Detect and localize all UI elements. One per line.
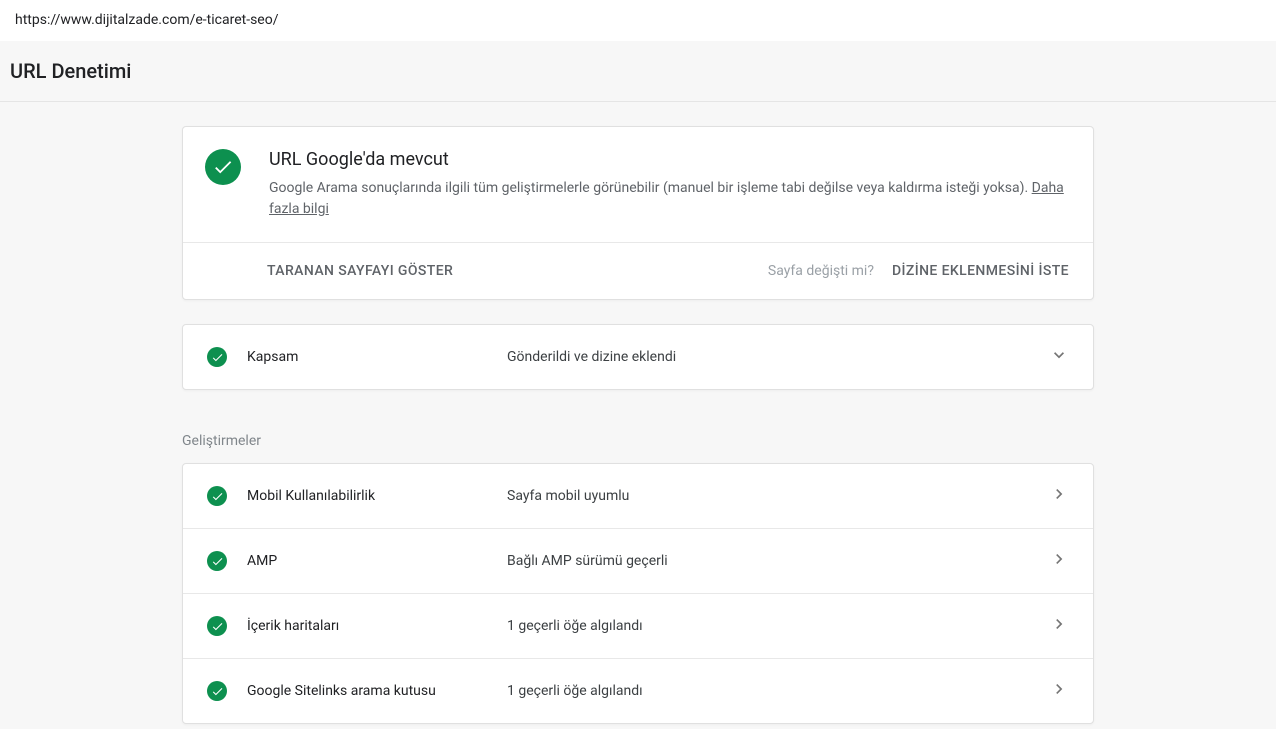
status-card: URL Google'da mevcut Google Arama sonuçl…: [182, 126, 1094, 300]
chevron-right-icon: [1049, 679, 1069, 703]
page-title: URL Denetimi: [10, 59, 1266, 83]
status-description-text: Google Arama sonuçlarında ilgili tüm gel…: [269, 180, 1032, 196]
status-text-block: URL Google'da mevcut Google Arama sonuçl…: [269, 149, 1069, 220]
enhancement-label: İçerik haritaları: [247, 618, 507, 634]
status-card-top: URL Google'da mevcut Google Arama sonuçl…: [183, 127, 1093, 243]
enhancements-header: Geliştirmeler: [182, 398, 1094, 463]
enhancement-row-mobile[interactable]: Mobil Kullanılabilirlik Sayfa mobil uyum…: [183, 464, 1093, 528]
check-circle-icon: [207, 551, 227, 571]
coverage-row[interactable]: Kapsam Gönderildi ve dizine eklendi: [183, 325, 1093, 389]
chevron-right-icon: [1049, 484, 1069, 508]
chevron-right-icon: [1049, 614, 1069, 638]
check-circle-icon: [205, 149, 241, 185]
coverage-card: Kapsam Gönderildi ve dizine eklendi: [182, 324, 1094, 390]
enhancement-row-sitemaps[interactable]: İçerik haritaları 1 geçerli öğe algıland…: [183, 593, 1093, 658]
enhancement-row-amp[interactable]: AMP Bağlı AMP sürümü geçerli: [183, 528, 1093, 593]
coverage-label: Kapsam: [247, 349, 507, 365]
check-circle-icon: [207, 347, 227, 367]
enhancement-value: 1 geçerli öğe algılandı: [507, 618, 1049, 634]
check-circle-icon: [207, 681, 227, 701]
status-description: Google Arama sonuçlarında ilgili tüm gel…: [269, 178, 1069, 220]
status-title: URL Google'da mevcut: [269, 149, 1069, 170]
enhancement-value: 1 geçerli öğe algılandı: [507, 683, 1049, 699]
content-area: URL Google'da mevcut Google Arama sonuçl…: [182, 102, 1094, 724]
enhancement-value: Sayfa mobil uyumlu: [507, 488, 1049, 504]
enhancements-card: Mobil Kullanılabilirlik Sayfa mobil uyum…: [182, 463, 1094, 724]
enhancement-label: Google Sitelinks arama kutusu: [247, 683, 507, 699]
enhancement-label: Mobil Kullanılabilirlik: [247, 488, 507, 504]
url-bar-value: https://www.dijitalzade.com/e-ticaret-se…: [15, 12, 278, 28]
status-card-actions: TARANAN SAYFAYI GÖSTER Sayfa değişti mi?…: [183, 243, 1093, 299]
request-indexing-button[interactable]: DİZİNE EKLENMESİNİ İSTE: [892, 263, 1069, 279]
check-circle-icon: [207, 486, 227, 506]
page-title-bar: URL Denetimi: [0, 41, 1276, 102]
page-changed-hint: Sayfa değişti mi?: [768, 263, 874, 279]
chevron-right-icon: [1049, 549, 1069, 573]
url-bar[interactable]: https://www.dijitalzade.com/e-ticaret-se…: [0, 0, 1276, 41]
enhancement-value: Bağlı AMP sürümü geçerli: [507, 553, 1049, 569]
enhancement-row-sitelinks-search[interactable]: Google Sitelinks arama kutusu 1 geçerli …: [183, 658, 1093, 723]
check-circle-icon: [207, 616, 227, 636]
view-tested-page-button[interactable]: TARANAN SAYFAYI GÖSTER: [267, 263, 453, 279]
chevron-down-icon: [1049, 345, 1069, 369]
enhancement-label: AMP: [247, 553, 507, 569]
coverage-value: Gönderildi ve dizine eklendi: [507, 349, 1049, 365]
